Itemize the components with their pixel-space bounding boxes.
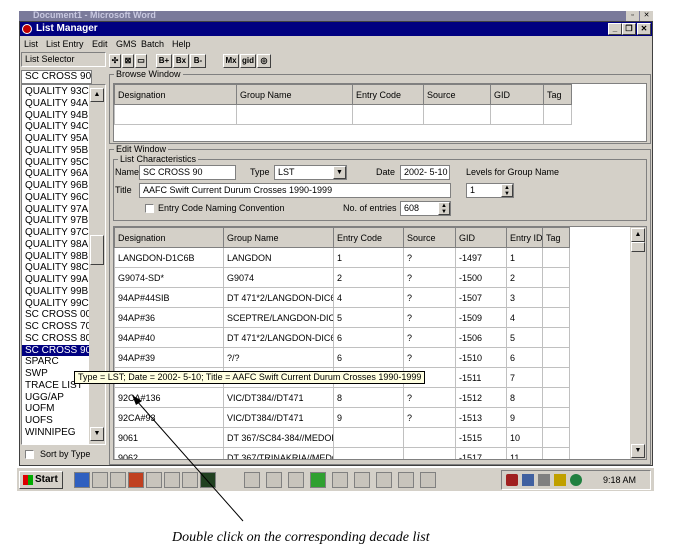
annotation-arrow xyxy=(132,395,244,522)
caption: Double click on the corresponding decade… xyxy=(172,530,430,545)
